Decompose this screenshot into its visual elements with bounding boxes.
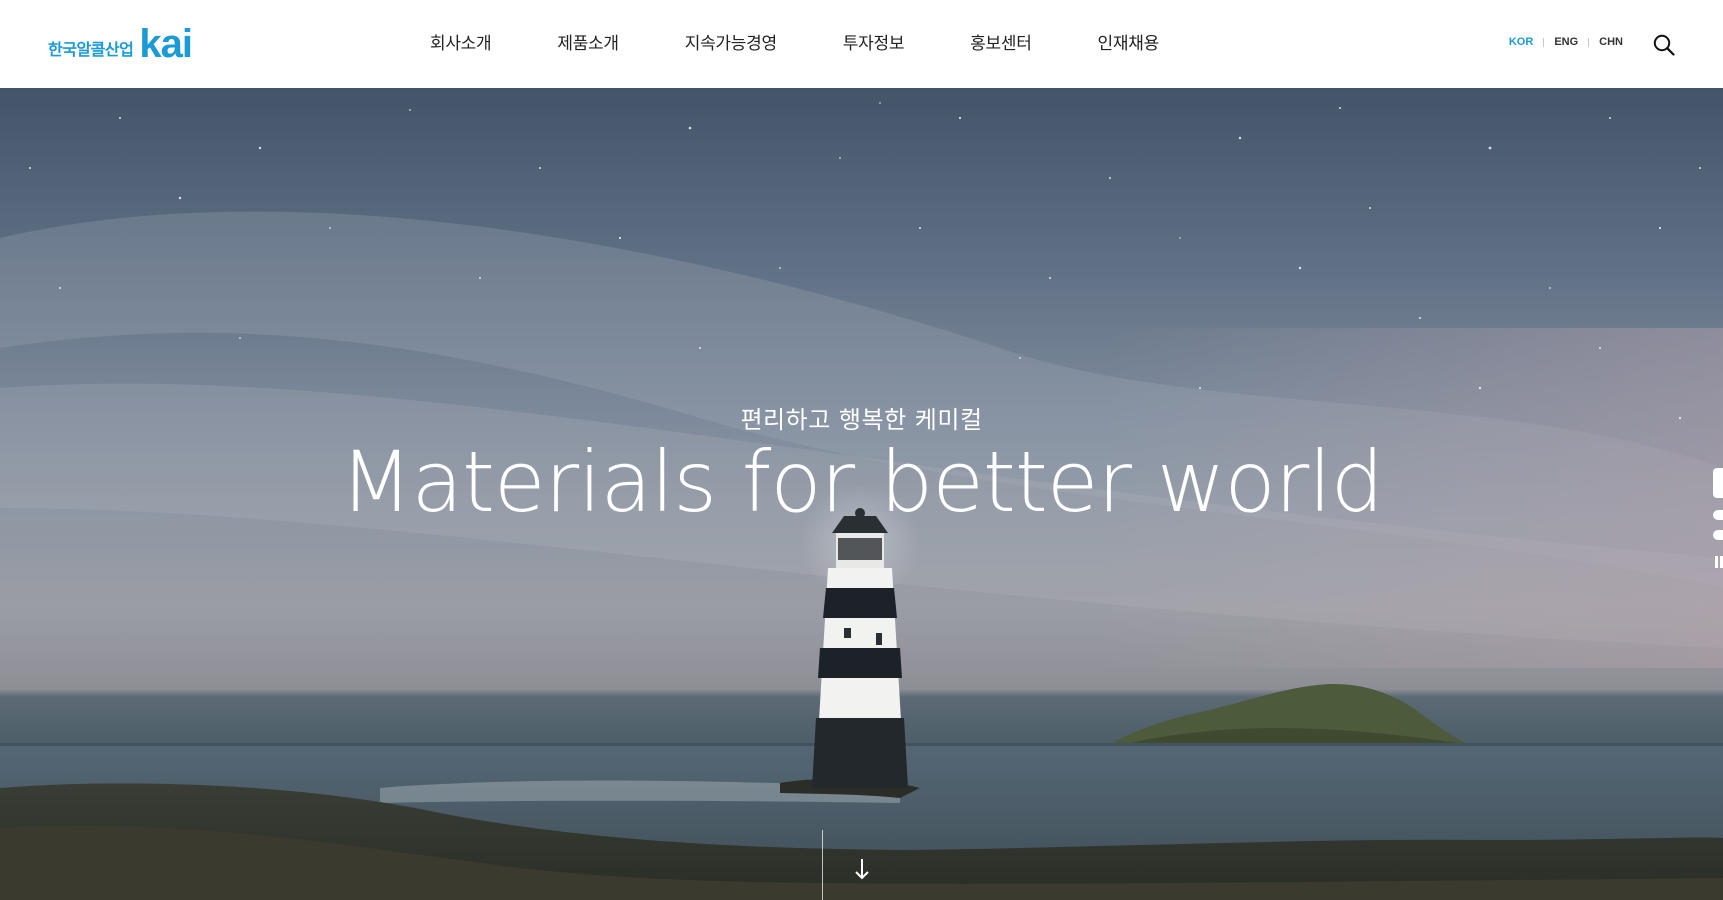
scroll-divider-line — [822, 830, 823, 900]
slide-indicator-1[interactable] — [1713, 468, 1723, 498]
hero-title: Materials for better world — [340, 433, 1384, 531]
nav-item-careers[interactable]: 인재채용 — [1098, 32, 1160, 56]
language-selector: KOR ENG CHN — [1509, 36, 1623, 48]
slide-indicator-2[interactable] — [1713, 510, 1723, 520]
arrow-down-icon — [855, 859, 869, 880]
nav-item-pr-center[interactable]: 홍보센터 — [970, 32, 1032, 56]
search-icon — [1653, 34, 1675, 56]
site-header: 한국알콜산업 kai 회사소개 제품소개 지속가능경영 투자정보 홍보센터 인재… — [0, 0, 1723, 88]
lang-divider — [1588, 37, 1590, 47]
nav-item-products[interactable]: 제품소개 — [557, 32, 619, 56]
main-navigation: 회사소개 제품소개 지속가능경영 투자정보 홍보센터 인재채용 — [430, 0, 1159, 88]
scroll-down-button[interactable] — [822, 830, 902, 900]
slide-indicator-3[interactable] — [1713, 530, 1723, 540]
lang-divider — [1543, 37, 1545, 47]
hero-subtitle: 편리하고 행복한 케미컬 — [740, 406, 983, 434]
lang-eng[interactable]: ENG — [1554, 36, 1578, 48]
pause-icon[interactable] — [1713, 556, 1723, 568]
kai-logo[interactable]: 한국알콜산업 kai — [48, 22, 193, 66]
lang-chn[interactable]: CHN — [1599, 36, 1623, 48]
search-button[interactable] — [1653, 34, 1675, 56]
lang-kor[interactable]: KOR — [1509, 36, 1533, 48]
nav-item-company[interactable]: 회사소개 — [430, 32, 492, 56]
hero-banner: 편리하고 행복한 케미컬 Materials for better world — [0, 88, 1723, 900]
logo-english-text: kai — [139, 22, 193, 66]
nav-item-sustainability[interactable]: 지속가능경영 — [685, 32, 777, 56]
logo-korean-text: 한국알콜산업 — [48, 40, 134, 59]
nav-item-investors[interactable]: 투자정보 — [843, 32, 905, 56]
